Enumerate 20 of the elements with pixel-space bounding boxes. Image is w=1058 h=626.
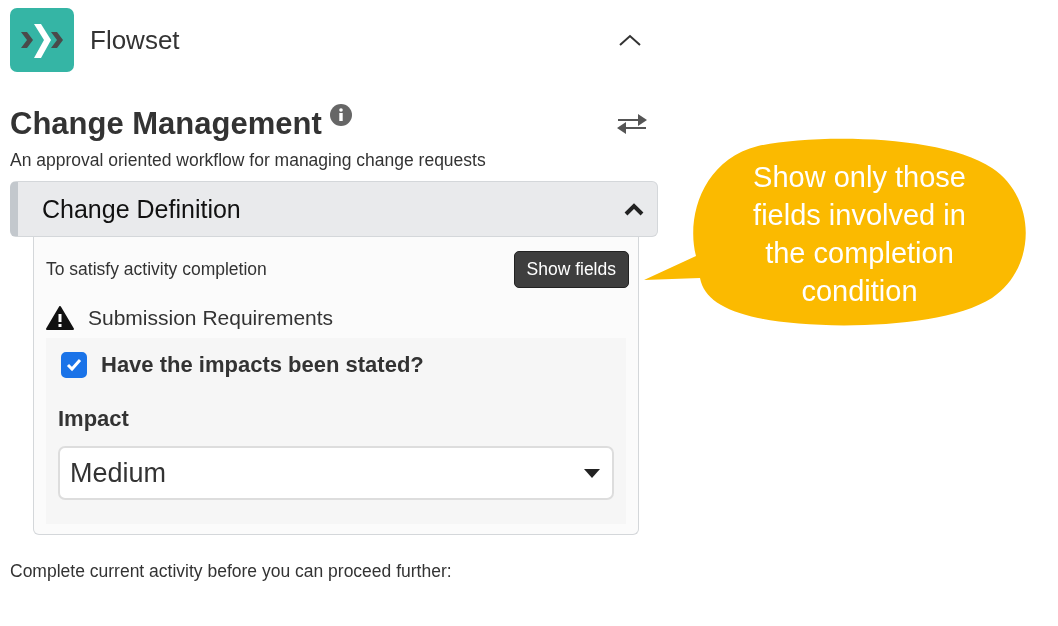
logo-icon (10, 8, 74, 72)
info-icon[interactable] (329, 104, 352, 126)
caret-icon (584, 468, 600, 478)
app-name: Flowset (90, 24, 181, 56)
callout-text: Show only those fields involved in the completion condition (752, 160, 967, 309)
chevron-icon (618, 33, 642, 47)
chevron-icon (623, 202, 645, 216)
warning-icon (46, 306, 74, 330)
checkbox[interactable] (61, 352, 87, 378)
impact-select[interactable]: Medium (58, 446, 614, 500)
show-fields-button[interactable]: Show fields (513, 251, 629, 288)
footer-note: Complete current activity before you can proceed further: (10, 561, 453, 582)
workflow-title: Change Management (10, 106, 322, 142)
checkbox-label: Have the impacts been stated? (101, 352, 424, 378)
check-icon (66, 358, 82, 372)
completion-label: To satisfy activity completion (46, 259, 267, 280)
section-header[interactable]: Change Definition (10, 181, 658, 237)
workflow-description: An approval oriented workflow for managing change requests (10, 150, 487, 171)
impact-label: Impact (58, 406, 130, 432)
requirements-title: Submission Requirements (88, 306, 334, 330)
